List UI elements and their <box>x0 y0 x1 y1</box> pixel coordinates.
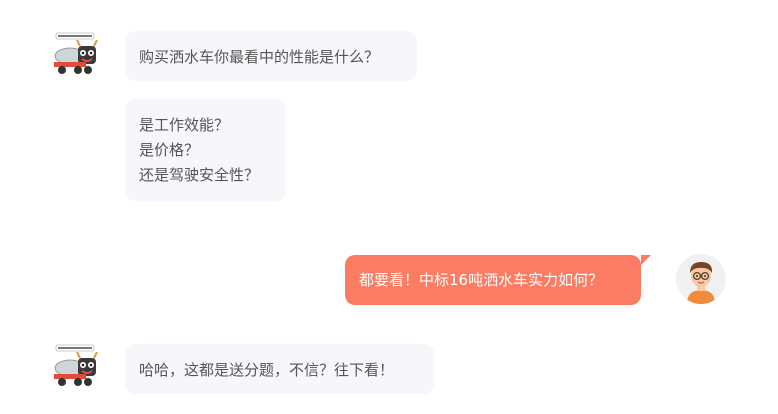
message-text: 是工作效能？ <box>139 116 230 134</box>
bubble-tail <box>641 255 651 265</box>
water-truck-mascot-icon <box>54 344 98 386</box>
message-text: 还是驾驶安全性？ <box>139 166 260 184</box>
message-text: 是价格？ <box>139 141 200 159</box>
message-bubble: 哈哈，这都是送分题，不信？往下看！ <box>125 344 434 394</box>
message-bubble: 购买洒水车你最看中的性能是什么？ <box>125 31 417 81</box>
message-text: 购买洒水车你最看中的性能是什么？ <box>139 48 380 66</box>
message-bubble: 是工作效能？ 是价格？ 还是驾驶安全性？ <box>125 99 286 201</box>
water-truck-mascot-icon <box>54 32 98 74</box>
message-bubble-user: 都要看！中标16吨洒水车实力如何？ <box>345 255 651 305</box>
bot-avatar <box>52 344 100 392</box>
message-text: 哈哈，这都是送分题，不信？往下看！ <box>139 361 395 379</box>
bot-avatar <box>52 32 100 80</box>
message-text: 都要看！中标16吨洒水车实力如何？ <box>359 271 604 289</box>
user-glasses-avatar-icon <box>676 254 726 304</box>
user-avatar <box>676 254 726 304</box>
